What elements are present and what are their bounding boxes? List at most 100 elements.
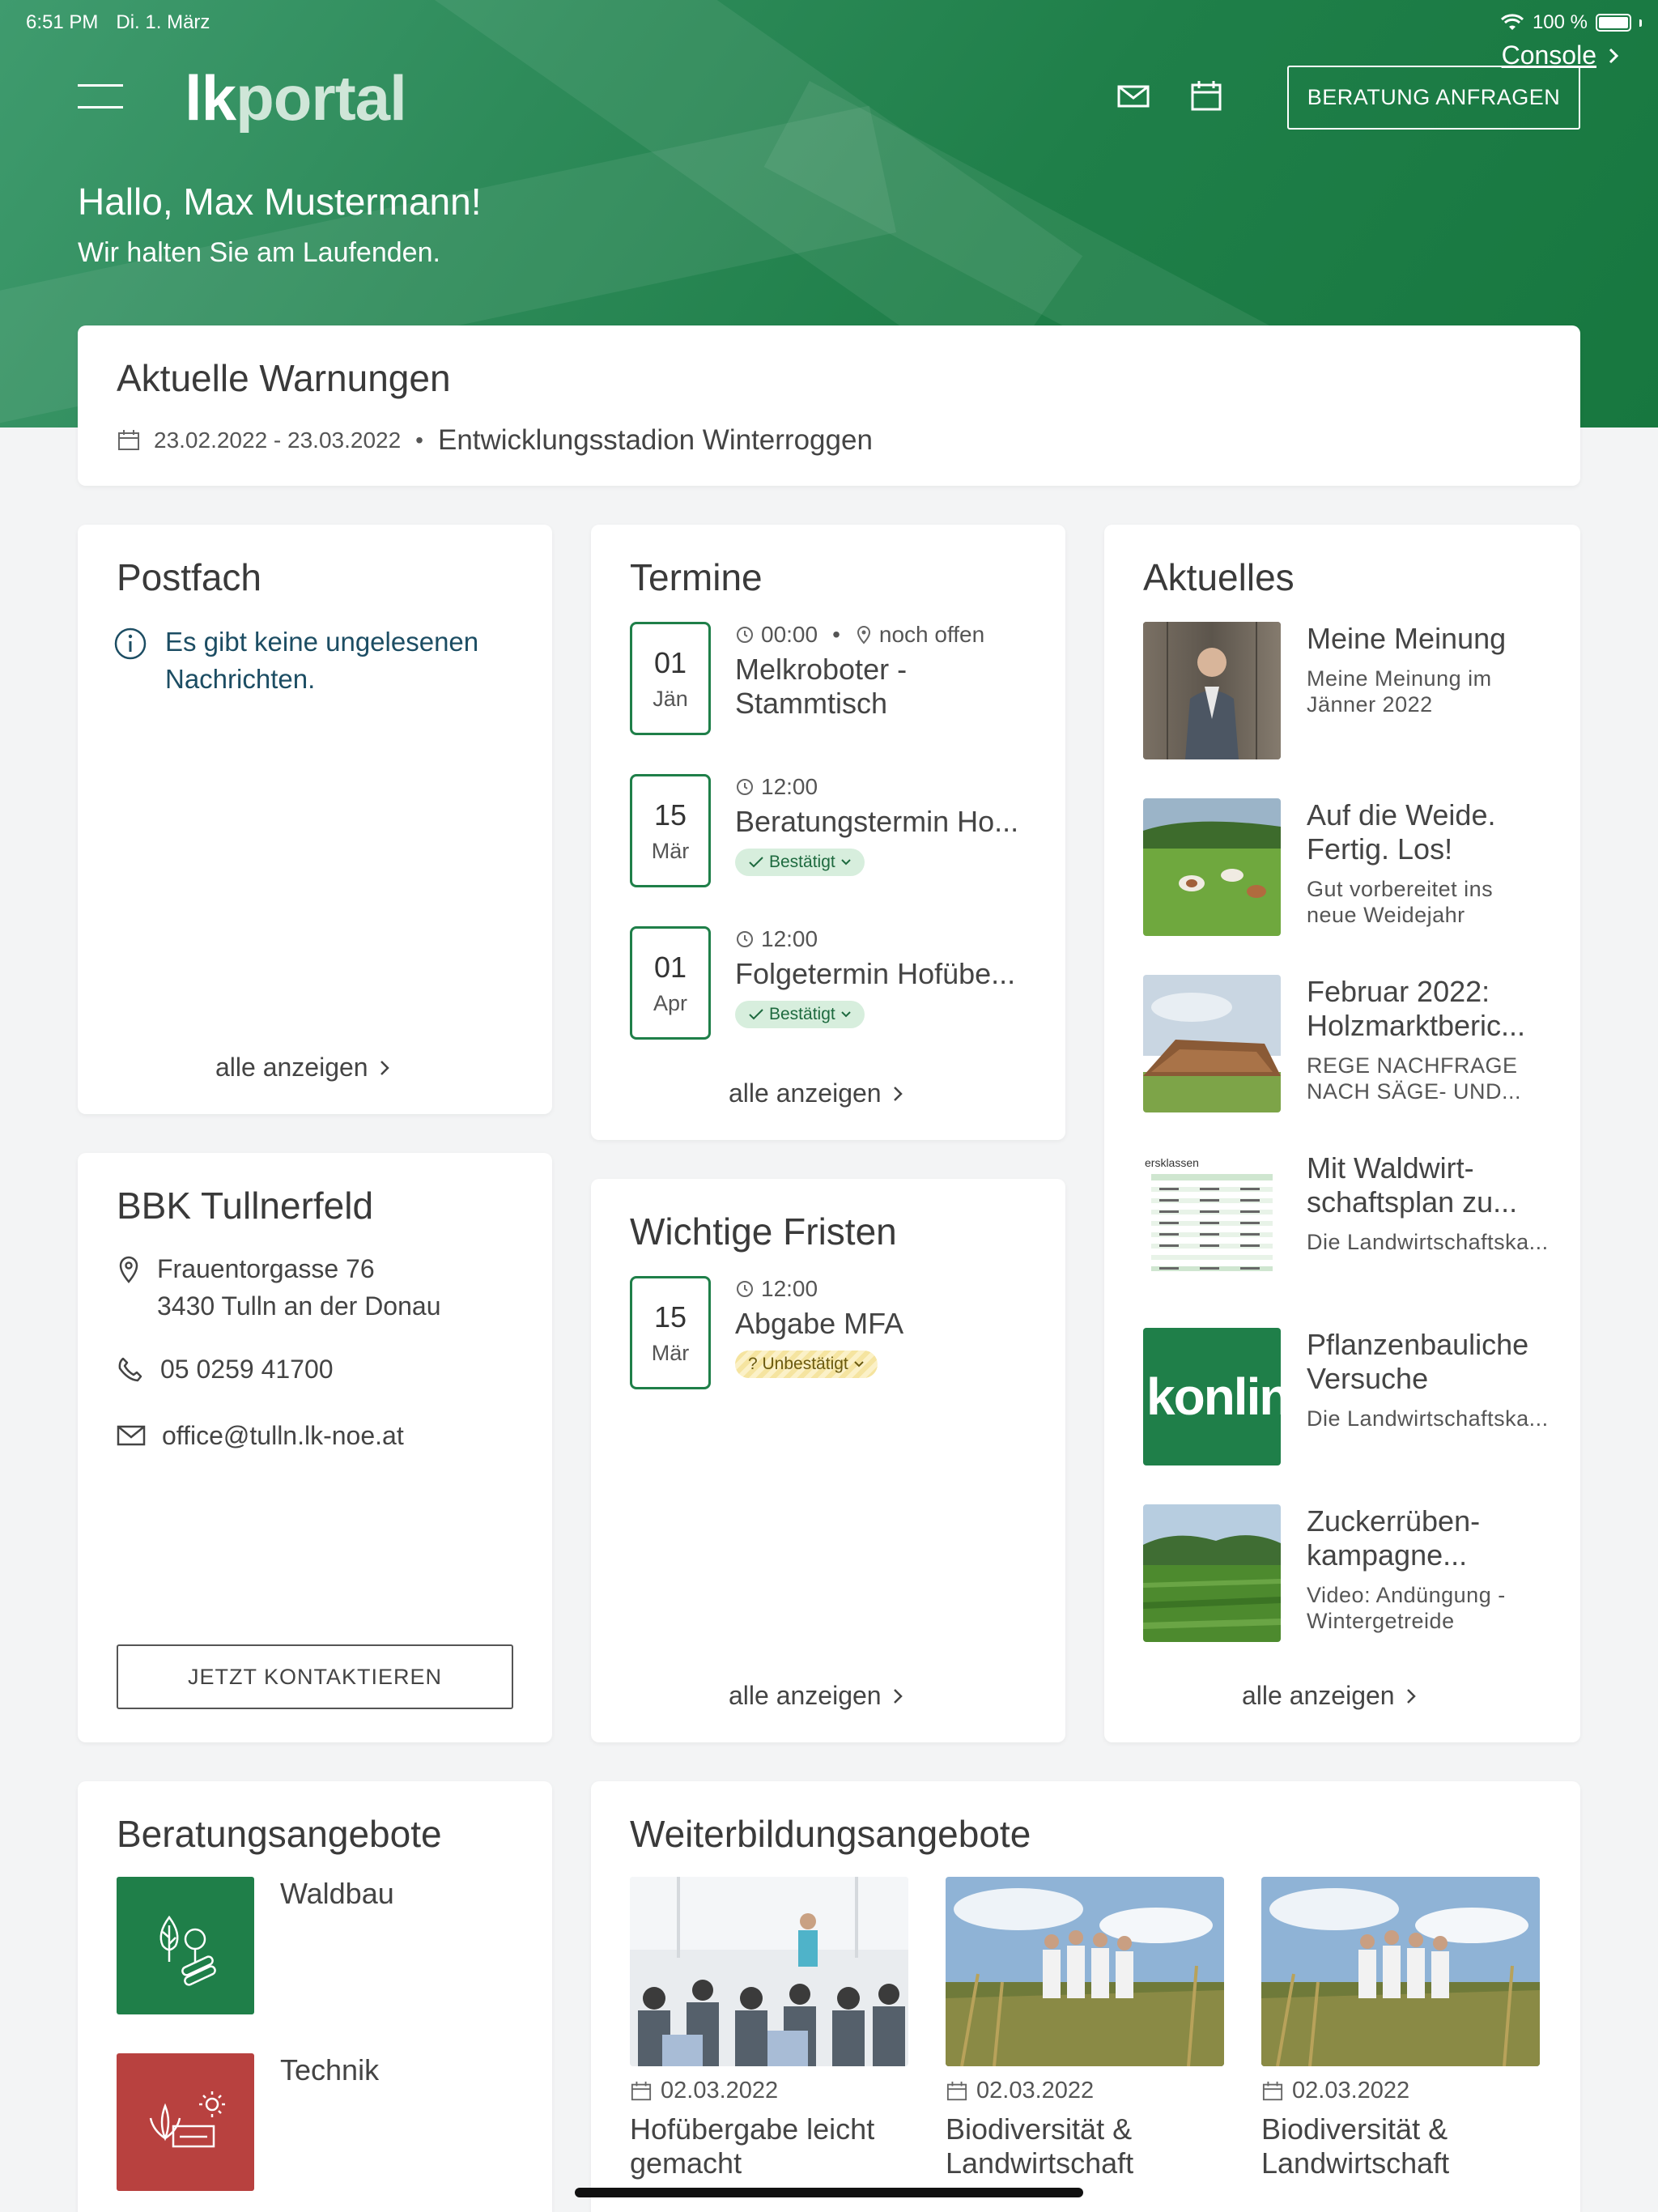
news-thumbnail xyxy=(1143,798,1281,936)
greeting: Hallo, Max Mustermann! xyxy=(78,181,482,223)
location-pin-icon xyxy=(119,1256,138,1283)
aktuelles-title: Aktuelles xyxy=(1143,556,1295,598)
beratung-label: Waldbau xyxy=(280,1877,394,1910)
aktuelles-card: Aktuelles Meine Meinung Meine Meinung im… xyxy=(1104,525,1580,1742)
status-bar: 6:51 PM Di. 1. März 100 % xyxy=(26,8,1642,37)
postfach-info-text: Es gibt keine ungelesenen Nachrichten. xyxy=(165,627,479,694)
beratung-anfragen-button[interactable]: BERATUNG ANFRAGEN xyxy=(1287,66,1580,130)
show-all-label: alle anzeigen xyxy=(729,1078,882,1108)
status-label: ? Unbestätigt xyxy=(748,1355,848,1373)
course-title: Hofübergabe leicht gemacht xyxy=(630,2112,875,2180)
event-month: Apr xyxy=(653,990,688,1015)
info-icon xyxy=(114,627,147,660)
weiterbildung-title: Weiterbildungsangebote xyxy=(630,1813,1031,1855)
jetzt-kontaktieren-button[interactable]: JETZT KONTAKTIEREN xyxy=(117,1644,513,1709)
status-badge[interactable]: Bestätigt xyxy=(735,849,865,876)
location-pin-icon xyxy=(857,626,870,644)
separator-dot: • xyxy=(415,428,423,453)
address-city: 3430 Tulln an der Donau xyxy=(157,1291,441,1321)
course-date: 02.03.2022 xyxy=(661,2078,779,2104)
logo-lk: lk xyxy=(185,62,236,134)
clock-icon xyxy=(737,627,753,643)
event-time: 00:00 xyxy=(761,622,818,647)
tree-icon xyxy=(159,1915,216,1986)
phone-number: 05 0259 41700 xyxy=(160,1355,334,1384)
mail-icon[interactable] xyxy=(1116,79,1151,112)
event-time: 12:00 xyxy=(761,926,818,951)
course-item[interactable]: 02.03.2022 Hofübergabe leicht gemacht xyxy=(630,1877,908,2180)
field-people-image xyxy=(1261,1877,1540,2066)
menu-icon xyxy=(78,106,123,108)
event-item[interactable]: 12:00 Folgetermin Hofübe... Bestätigt xyxy=(735,926,1043,1028)
course-item[interactable]: 02.03.2022 Biodiversität & Landwirtschaf… xyxy=(946,1877,1224,2180)
course-item[interactable]: 02.03.2022 Biodiversität & Landwirtschaf… xyxy=(1261,1877,1540,2180)
news-item[interactable]: Februar 2022: Holzmarktberic... REGE NAC… xyxy=(1143,975,1556,1112)
deadline-item[interactable]: 12:00 Abgabe MFA ? Unbestätigt xyxy=(735,1276,1043,1378)
news-subtitle: Video: Andüngung - Wintergetreide xyxy=(1307,1583,1506,1633)
calendar-icon xyxy=(631,2081,652,2100)
status-time: 6:51 PM xyxy=(26,11,99,33)
event-month: Mär xyxy=(651,838,690,863)
course-date: 02.03.2022 xyxy=(1292,2078,1410,2104)
news-subtitle: Gut vorbereitet ins neue Weidejahr xyxy=(1307,877,1494,927)
fristen-title: Wichtige Fristen xyxy=(630,1210,897,1253)
check-icon xyxy=(749,857,763,868)
news-subtitle: Meine Meinung im Jänner 2022 xyxy=(1307,666,1492,717)
beratung-item-waldbau[interactable]: Waldbau xyxy=(117,1877,394,2014)
beratung-item-technik[interactable]: Technik xyxy=(117,2053,379,2191)
clock-icon xyxy=(737,931,753,947)
event-title: Folgetermin Hofübe... xyxy=(735,957,1016,990)
battery-icon xyxy=(1596,14,1631,32)
status-badge[interactable]: Bestätigt xyxy=(735,1001,865,1028)
termine-title: Termine xyxy=(630,556,763,598)
termine-show-all-link[interactable]: alle anzeigen xyxy=(729,1078,903,1108)
status-badge[interactable]: ? Unbestätigt xyxy=(735,1351,878,1378)
chevron-down-icon xyxy=(841,859,851,866)
beratung-card: Beratungsangebote Waldbau Technik xyxy=(78,1781,552,2212)
postfach-show-all-link[interactable]: alle anzeigen xyxy=(215,1053,389,1083)
check-icon xyxy=(749,1009,763,1020)
warning-entry[interactable]: 23.02.2022 - 23.03.2022 • Entwicklungsst… xyxy=(117,424,873,457)
email-row[interactable]: office@tulln.lk-noe.at xyxy=(117,1417,404,1454)
chevron-down-icon xyxy=(854,1361,864,1368)
fristen-show-all-link[interactable]: alle anzeigen xyxy=(729,1681,903,1711)
phone-row[interactable]: 05 0259 41700 xyxy=(117,1351,334,1388)
address-street: Frauentorgasse 76 xyxy=(157,1254,375,1283)
news-subtitle: Die Landwirtschaftska... xyxy=(1307,1406,1549,1431)
news-item[interactable]: Meine Meinung Meine Meinung im Jänner 20… xyxy=(1143,622,1556,759)
deadline-day: 15 xyxy=(653,1300,687,1334)
home-indicator[interactable] xyxy=(575,2188,1083,2197)
cows-pasture-image xyxy=(1143,798,1281,936)
news-item[interactable]: ersklassen Mit Waldwirt-schaftsplan zu..… xyxy=(1143,1151,1556,1289)
chevron-right-icon xyxy=(893,1688,903,1704)
news-item[interactable]: Zuckerrüben-kampagne... Video: Andüngung… xyxy=(1143,1504,1556,1642)
menu-button[interactable] xyxy=(78,84,123,108)
calendar-icon xyxy=(118,430,139,450)
chevron-right-icon xyxy=(893,1086,903,1101)
date-box: 15 Mär xyxy=(630,774,711,887)
timber-pile-image xyxy=(1143,975,1281,1112)
beratung-label: Technik xyxy=(280,2053,380,2087)
event-item[interactable]: 12:00 Beratungstermin Ho... Bestätigt xyxy=(735,774,1043,876)
news-item[interactable]: konline Pflanzenbauliche Versuche Die La… xyxy=(1143,1328,1556,1465)
news-item[interactable]: Auf die Weide. Fertig. Los! Gut vorberei… xyxy=(1143,798,1556,936)
news-title: Februar 2022: Holzmarktberic... xyxy=(1307,975,1526,1042)
chevron-right-icon xyxy=(1406,1688,1416,1704)
show-all-label: alle anzeigen xyxy=(215,1053,368,1082)
event-day: 15 xyxy=(653,798,687,832)
weiterbildung-card: Weiterbildungsangebote 02.03.2022 Hofübe… xyxy=(591,1781,1580,2212)
course-date: 02.03.2022 xyxy=(976,2078,1095,2104)
corn-sun-icon xyxy=(149,2091,225,2148)
event-day: 01 xyxy=(653,645,687,679)
subgreeting: Wir halten Sie am Laufenden. xyxy=(78,237,440,268)
bbk-card: BBK Tullnerfeld Frauentorgasse 76 3430 T… xyxy=(78,1153,552,1742)
lkportal-logo[interactable]: lkportal xyxy=(185,62,407,135)
news-thumbnail: konline xyxy=(1143,1328,1281,1465)
calendar-icon[interactable] xyxy=(1188,79,1224,112)
warnings-card[interactable]: Aktuelle Warnungen 23.02.2022 - 23.03.20… xyxy=(78,325,1580,486)
event-item[interactable]: 00:00 • noch offen Melkroboter - Stammti… xyxy=(735,622,1043,721)
chevron-right-icon xyxy=(380,1060,389,1075)
aktuelles-show-all-link[interactable]: alle anzeigen xyxy=(1242,1681,1416,1711)
wifi-icon xyxy=(1500,14,1524,30)
postfach-card: Postfach Es gibt keine ungelesenen Nachr… xyxy=(78,525,552,1114)
